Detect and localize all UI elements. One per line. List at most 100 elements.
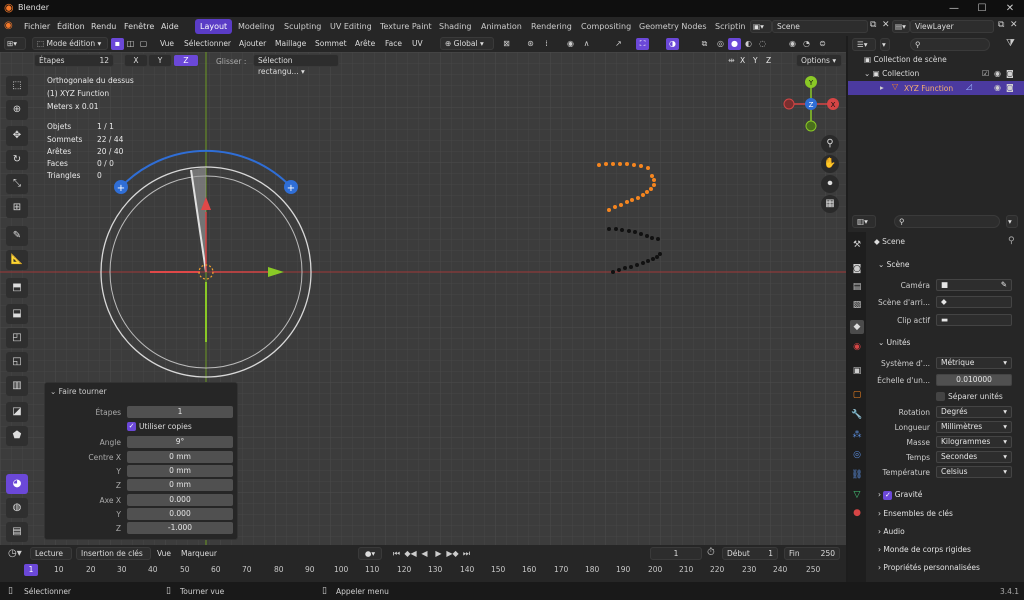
axis-y-button[interactable]: Y [148, 54, 172, 67]
time-dropdown[interactable]: Secondes ▾ [936, 451, 1012, 463]
render-tab-icon[interactable]: ◙ [850, 262, 864, 276]
exclude-checkbox-icon[interactable]: ☑ [982, 69, 989, 78]
steps-input[interactable]: 1 [127, 406, 233, 418]
edge-slide-tool-icon[interactable]: ▤ [6, 522, 28, 542]
menu-window[interactable]: Fenêtre [120, 20, 158, 33]
perspective-toggle-icon[interactable]: ▦ [821, 195, 839, 213]
current-frame-field[interactable]: 1 [650, 547, 702, 560]
camera-render-icon[interactable]: ◙ [1006, 83, 1014, 92]
cursor-tool-icon[interactable]: ⊕ [6, 100, 28, 120]
timeline-editor-icon[interactable]: ◷▾ [8, 548, 22, 559]
eyedropper-icon[interactable]: ✎ [1001, 280, 1007, 290]
end-frame-field[interactable]: Fin 250 [784, 547, 840, 560]
tab-animation[interactable]: Animation [476, 19, 527, 34]
menu-select[interactable]: Sélectionner [181, 38, 234, 50]
menu-edit[interactable]: Édition [53, 20, 89, 33]
loop-cut-tool-icon[interactable]: ▥ [6, 376, 28, 396]
transform-tool-icon[interactable]: ⊞ [6, 198, 28, 218]
separate-units-checkbox[interactable] [936, 392, 945, 401]
viewlayer-new-icon[interactable]: ⧉ [998, 20, 1004, 30]
axis-z-button[interactable]: Z [173, 54, 199, 67]
menu-vertex[interactable]: Sommet [312, 38, 350, 50]
axis-z-input[interactable]: -1.000 [127, 522, 233, 534]
face-select-icon[interactable]: ▢ [137, 38, 150, 50]
jump-keyframe-forward-icon[interactable]: ▶◆ [446, 548, 459, 560]
data-tab-icon[interactable]: ▽ [850, 488, 864, 502]
overlays-icon[interactable]: ⊜ [816, 38, 829, 50]
filter-dropdown[interactable]: ▾ [880, 38, 890, 51]
minimize-button[interactable]: — [940, 0, 968, 17]
nav-neg-x-ball[interactable] [783, 98, 795, 110]
axis-x-input[interactable]: 0.000 [127, 494, 233, 506]
stopwatch-icon[interactable]: ⏱ [707, 547, 715, 558]
close-button[interactable]: ✕ [996, 0, 1024, 17]
knife-tool-icon[interactable]: ◪ [6, 402, 28, 422]
collection-row[interactable]: ⌄ ▣ Collection [864, 69, 919, 78]
smooth-tool-icon[interactable]: ◍ [6, 498, 28, 518]
outliner-search-input[interactable]: ⚲ [910, 38, 990, 51]
inset-tool-icon[interactable]: ◰ [6, 328, 28, 348]
particles-tab-icon[interactable]: ⁂ [850, 428, 864, 442]
keying-sets-section[interactable]: › Ensembles de clés [878, 509, 953, 518]
tab-sculpting[interactable]: Sculpting [279, 19, 326, 34]
gravity-checkbox[interactable]: ✓ [883, 490, 893, 500]
center-z-input[interactable]: 0 mm [127, 479, 233, 491]
tab-texture-paint[interactable]: Texture Paint [375, 19, 437, 34]
camera-render-icon[interactable]: ◙ [1006, 69, 1014, 78]
jump-start-icon[interactable]: ⏮ [390, 548, 403, 560]
collection-tab-icon[interactable]: ▣ [850, 364, 864, 378]
properties-options-dropdown[interactable]: ▾ [1006, 215, 1018, 228]
constraints-tab-icon[interactable]: ⛓ [850, 468, 864, 482]
tab-geometry-nodes[interactable]: Geometry Nodes [634, 19, 711, 34]
playback-menu[interactable]: Lecture ▾ [30, 547, 72, 569]
edge-select-icon[interactable]: ◫ [124, 38, 137, 50]
unit-system-dropdown[interactable]: Métrique ▾ [936, 357, 1012, 369]
menu-help[interactable]: Aide [157, 20, 183, 33]
modifier-tab-icon[interactable]: 🔧 [850, 408, 864, 422]
center-y-input[interactable]: 0 mm [127, 465, 233, 477]
mirror-z[interactable]: Z [766, 56, 771, 65]
rotation-dropdown[interactable]: Degrés ▾ [936, 406, 1012, 418]
maximize-button[interactable]: ☐ [968, 0, 996, 17]
zoom-icon[interactable]: ⚲ [821, 135, 839, 153]
annotate-tool-icon[interactable]: ✎ [6, 226, 28, 246]
nav-neg-y-ball[interactable] [805, 120, 817, 132]
physics-tab-icon[interactable]: ◎ [850, 448, 864, 462]
filter-icon[interactable]: ⧩ [1006, 38, 1015, 49]
gizmo-toggle-icon[interactable]: ↗ [612, 38, 625, 50]
world-tab-icon[interactable]: ◉ [850, 340, 864, 354]
axis-y-input[interactable]: 0.000 [127, 508, 233, 520]
play-icon[interactable]: ▶ [432, 548, 445, 560]
toggle-xray-icon[interactable]: ⧉ [698, 38, 711, 50]
poly-build-tool-icon[interactable]: ⬟ [6, 426, 28, 446]
axis-x-button[interactable]: X [124, 54, 148, 67]
move-tool-icon[interactable]: ✥ [6, 126, 28, 146]
auto-key-button[interactable]: ●▾ [358, 547, 382, 560]
material-shading-icon[interactable]: ◐ [742, 38, 755, 50]
timeline-view-menu[interactable]: Vue [154, 548, 174, 560]
unit-scale-input[interactable]: 0.010000 [936, 374, 1012, 386]
menu-add[interactable]: Ajouter [236, 38, 269, 50]
mirror-x[interactable]: X [740, 56, 745, 65]
mirror-y[interactable]: Y [753, 56, 758, 65]
jump-end-icon[interactable]: ⏭ [460, 548, 473, 560]
use-copies-checkbox[interactable]: ✓ [127, 422, 136, 431]
timeline-ruler[interactable]: 1 10 20 30 40 50 60 70 80 90 100 110 120… [0, 563, 846, 577]
rigid-body-world-section[interactable]: › Monde de corps rigides [878, 545, 971, 554]
mode-selector[interactable]: ⬚ Mode édition ▾ [32, 37, 108, 50]
viewlayer-delete-icon[interactable]: ✕ [1010, 20, 1018, 30]
eye-icon[interactable]: ◉ [994, 69, 1001, 78]
camera-view-icon[interactable]: ⏺ [821, 175, 839, 193]
wireframe-shading-icon[interactable]: ◎ [714, 38, 727, 50]
tab-layout[interactable]: Layout [195, 19, 233, 34]
menu-render[interactable]: Rendu [87, 20, 120, 33]
tab-scripting[interactable]: Scriptin [710, 19, 751, 34]
measure-tool-icon[interactable]: 📐 [6, 250, 28, 270]
modifier-icon[interactable]: ◿ [966, 82, 972, 91]
scene-icon[interactable]: ◔ [800, 38, 813, 50]
scene-browse-button[interactable]: ▣▾ [750, 20, 772, 33]
rendered-shading-icon[interactable]: ◌ [756, 38, 769, 50]
viewlayer-name-field[interactable]: ViewLayer [910, 20, 994, 33]
overlay-toggle-icon[interactable]: ⛶ [636, 38, 649, 50]
properties-search-input[interactable]: ⚲ [894, 215, 1000, 228]
